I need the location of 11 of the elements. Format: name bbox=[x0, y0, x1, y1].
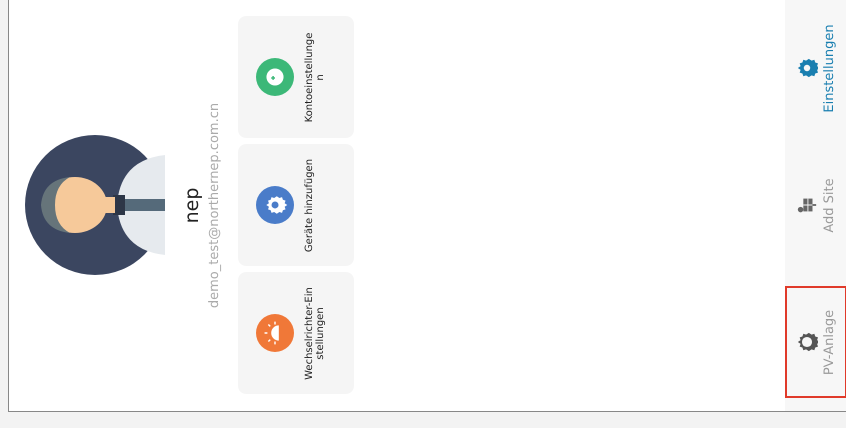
card-label: Kontoeinstellungen bbox=[304, 32, 326, 124]
gear-icon bbox=[796, 332, 818, 354]
card-label: Wechselrichter-Einstellungen bbox=[304, 286, 326, 382]
settings-card[interactable]: Wechselrichter-Einstellungen bbox=[238, 272, 354, 394]
nav-tab[interactable]: Einstellungen bbox=[785, 12, 846, 124]
settings-card[interactable]: Kontoeinstellungen bbox=[238, 16, 354, 138]
settings-card[interactable]: Geräte hinzufügen bbox=[238, 144, 354, 266]
card-label: Geräte hinzufügen bbox=[304, 158, 315, 254]
settings-icon bbox=[796, 58, 818, 80]
user-email: demo_test@northernep.com.cn bbox=[207, 102, 222, 308]
user-name: nep bbox=[181, 188, 203, 224]
